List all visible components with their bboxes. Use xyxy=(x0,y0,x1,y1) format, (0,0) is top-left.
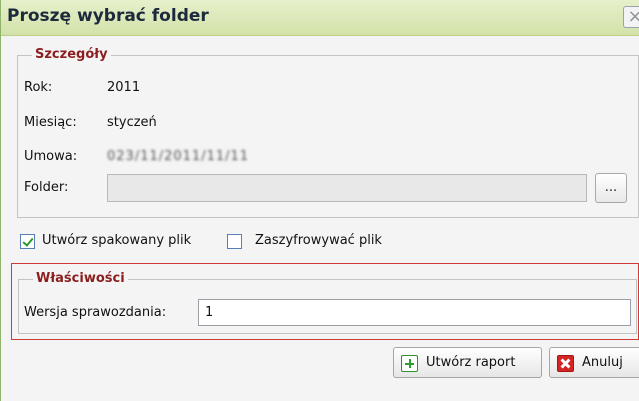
plus-icon xyxy=(401,355,418,372)
folder-field[interactable] xyxy=(107,174,587,202)
folder-label: Folder: xyxy=(24,180,69,195)
browse-button[interactable]: ... xyxy=(595,173,627,203)
create-report-button[interactable]: Utwórz raport xyxy=(393,347,542,378)
version-input[interactable] xyxy=(198,299,631,326)
encrypt-checkbox[interactable] xyxy=(227,234,242,249)
cancel-x-icon xyxy=(557,355,574,372)
year-label: Rok: xyxy=(24,80,53,95)
contract-value: 023/11/2011/11/11 xyxy=(107,149,250,164)
create-packed-checkbox[interactable] xyxy=(20,234,35,249)
month-value: styczeń xyxy=(107,115,157,130)
create-packed-label[interactable]: Utwórz spakowany plik xyxy=(42,233,191,248)
cancel-label: Anuluj xyxy=(582,355,623,370)
version-label: Wersja sprawozdania: xyxy=(24,305,167,320)
year-value: 2011 xyxy=(107,80,141,95)
create-report-label: Utwórz raport xyxy=(426,355,516,370)
encrypt-label[interactable]: Zaszyfrowywać plik xyxy=(255,233,382,248)
cancel-button[interactable]: Anuluj xyxy=(549,347,639,378)
dialog-title: Proszę wybrać folder xyxy=(7,6,209,26)
month-label: Miesiąc: xyxy=(24,115,77,130)
close-icon: × xyxy=(627,6,639,27)
folder-dialog: Proszę wybrać folder × Szczegóły Rok: 20… xyxy=(0,0,639,401)
details-legend: Szczegóły xyxy=(32,47,111,62)
properties-legend: Właściwości xyxy=(33,271,128,286)
dialog-titlebar[interactable]: Proszę wybrać folder × xyxy=(1,0,639,36)
contract-label: Umowa: xyxy=(24,149,78,164)
close-button[interactable]: × xyxy=(623,6,639,28)
